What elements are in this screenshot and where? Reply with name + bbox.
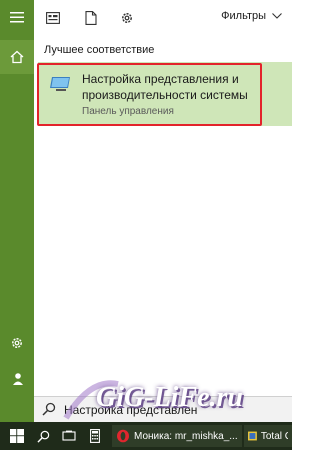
hamburger-menu-button[interactable]: [0, 0, 34, 34]
highlight-outline: [37, 63, 262, 126]
settings-button[interactable]: [0, 326, 34, 360]
windows-logo-icon: [10, 429, 24, 443]
gear-icon: [122, 13, 132, 23]
documents-filter-button[interactable]: [82, 9, 100, 27]
apps-filter-button[interactable]: [44, 9, 62, 27]
filters-label: Фильтры: [221, 10, 266, 22]
taskbar: Моника: mr_mishka_... Total Co: [0, 422, 292, 450]
task-view-icon: [62, 430, 76, 441]
filters-dropdown[interactable]: Фильтры: [221, 10, 282, 22]
search-icon: [42, 402, 56, 416]
chevron-down-icon: [272, 13, 282, 19]
left-rail: [0, 0, 34, 422]
search-box[interactable]: Настройка представлен: [34, 396, 292, 423]
search-icon: [36, 430, 49, 443]
home-button[interactable]: [0, 40, 34, 74]
total-commander-icon: [248, 431, 257, 441]
taskbar-app-total-commander[interactable]: Total Co: [244, 425, 292, 447]
settings-filter-button[interactable]: [118, 9, 136, 27]
start-button[interactable]: [4, 422, 30, 450]
taskbar-app-opera[interactable]: Моника: mr_mishka_...: [112, 425, 242, 447]
taskbar-search-button[interactable]: [32, 422, 54, 450]
gear-icon: [12, 338, 22, 348]
document-icon: [85, 11, 97, 25]
hamburger-icon: [10, 12, 24, 23]
user-icon: [13, 373, 23, 385]
opera-icon: [117, 429, 129, 443]
taskbar-app-label: Моника: mr_mishka_...: [134, 430, 238, 442]
search-results-panel: Фильтры Лучшее соответствие Настройка пр…: [34, 0, 292, 423]
search-query: Настройка представлен: [64, 403, 198, 417]
taskbar-app-label: Total Co: [260, 430, 288, 442]
user-button[interactable]: [0, 362, 34, 396]
home-icon: [10, 50, 24, 64]
calculator-taskbar-button[interactable]: [84, 422, 106, 450]
task-view-button[interactable]: [58, 422, 80, 450]
calculator-icon: [90, 429, 100, 443]
filter-toolbar: Фильтры: [34, 0, 292, 36]
apps-icon: [46, 12, 60, 24]
section-title: Лучшее соответствие: [44, 44, 155, 56]
